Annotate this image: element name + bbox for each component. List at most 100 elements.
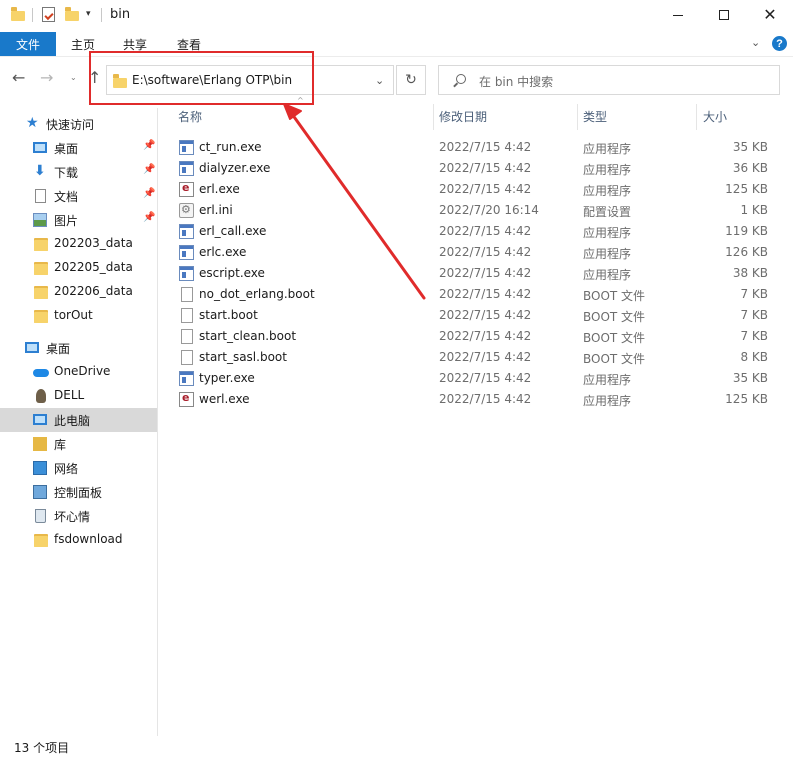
sidebar-item-onedrive[interactable]: OneDrive (0, 360, 157, 384)
file-row[interactable]: erlc.exe 2022/7/15 4:42 应用程序 126 KB (170, 242, 780, 263)
sidebar-item-folder[interactable]: 202203_data (0, 232, 157, 256)
properties-icon[interactable] (42, 7, 55, 22)
sidebar-item-pictures[interactable]: 图片 📌 (0, 208, 157, 232)
file-row[interactable]: erl.exe 2022/7/15 4:42 应用程序 125 KB (170, 179, 780, 200)
file-name: erl.exe (199, 182, 240, 196)
tab-file[interactable]: 文件 (0, 32, 56, 56)
application-icon (179, 245, 194, 260)
column-header-date[interactable]: 修改日期 (439, 108, 487, 130)
sidebar-item-folder[interactable]: torOut (0, 304, 157, 328)
file-date: 2022/7/20 16:14 (439, 203, 539, 217)
sidebar-item-recycle-bin[interactable]: 坏心情 (0, 504, 157, 528)
sidebar-item-folder[interactable]: 202205_data (0, 256, 157, 280)
minimize-button[interactable] (655, 0, 701, 30)
file-row[interactable]: start_clean.boot 2022/7/15 4:42 BOOT 文件 … (170, 326, 780, 347)
column-divider[interactable] (696, 104, 697, 130)
file-size: 1 KB (740, 203, 768, 217)
file-icon (181, 350, 193, 365)
customize-toolbar-dropdown[interactable]: ▾ (86, 9, 91, 19)
status-item-count: 13 个项目 (14, 741, 70, 755)
application-icon (179, 266, 194, 281)
file-type: BOOT 文件 (583, 331, 646, 345)
pin-icon: 📌 (143, 164, 156, 175)
file-row[interactable]: start.boot 2022/7/15 4:42 BOOT 文件 7 KB (170, 305, 780, 326)
file-row[interactable]: start_sasl.boot 2022/7/15 4:42 BOOT 文件 8… (170, 347, 780, 368)
sidebar-item-quick-access[interactable]: ★ 快速访问 (0, 112, 157, 136)
annotation-highlight-box (89, 51, 314, 105)
file-type: BOOT 文件 (583, 289, 646, 303)
sidebar-item-folder[interactable]: 202206_data (0, 280, 157, 304)
file-date: 2022/7/15 4:42 (439, 308, 532, 322)
folder-icon (34, 309, 48, 323)
sidebar-item-control-panel[interactable]: 控制面板 (0, 480, 157, 504)
file-size: 8 KB (740, 350, 768, 364)
refresh-button[interactable]: ↻ (396, 65, 426, 95)
expand-ribbon-icon[interactable]: ⌄ (751, 36, 760, 49)
sidebar-item-documents[interactable]: 文档 📌 (0, 184, 157, 208)
file-row[interactable]: no_dot_erlang.boot 2022/7/15 4:42 BOOT 文… (170, 284, 780, 305)
sidebar-item-network[interactable]: 网络 (0, 456, 157, 480)
toolbar-separator (32, 8, 33, 22)
file-row[interactable]: escript.exe 2022/7/15 4:42 应用程序 38 KB (170, 263, 780, 284)
file-name: start_clean.boot (199, 329, 297, 343)
file-name: werl.exe (199, 392, 250, 406)
maximize-button[interactable] (701, 0, 747, 30)
minimize-icon (673, 14, 683, 16)
file-row[interactable]: typer.exe 2022/7/15 4:42 应用程序 35 KB (170, 368, 780, 389)
sidebar-item-desktop-root[interactable]: 桌面 (0, 336, 157, 360)
recent-locations-button[interactable]: ⌄ (70, 73, 77, 82)
column-divider[interactable] (577, 104, 578, 130)
file-size: 7 KB (740, 287, 768, 301)
file-size: 35 KB (732, 140, 768, 154)
sidebar-item-libraries[interactable]: 库 (0, 432, 157, 456)
file-row[interactable]: erl_call.exe 2022/7/15 4:42 应用程序 119 KB (170, 221, 780, 242)
back-button[interactable]: ← (12, 68, 25, 87)
file-row[interactable]: werl.exe 2022/7/15 4:42 应用程序 125 KB (170, 389, 780, 410)
download-icon: ⬇ (34, 163, 46, 179)
new-folder-icon[interactable] (65, 7, 79, 21)
forward-button[interactable]: → (40, 68, 53, 87)
file-name: typer.exe (199, 371, 255, 385)
sidebar-item-label: 图片 (54, 214, 79, 228)
column-header-size[interactable]: 大小 (703, 108, 727, 130)
file-type: BOOT 文件 (583, 310, 646, 324)
sidebar-item-label: 快速访问 (46, 118, 95, 132)
file-date: 2022/7/15 4:42 (439, 392, 532, 406)
sidebar-item-desktop[interactable]: 桌面 📌 (0, 136, 157, 160)
file-date: 2022/7/15 4:42 (439, 224, 532, 238)
file-date: 2022/7/15 4:42 (439, 161, 532, 175)
sidebar-item-user[interactable]: DELL (0, 384, 157, 408)
sidebar-item-this-pc[interactable]: 此电脑 (0, 408, 157, 432)
recycle-bin-icon (35, 509, 46, 523)
column-header-type[interactable]: 类型 (583, 108, 607, 130)
close-button[interactable]: ✕ (747, 0, 793, 30)
sidebar-item-label: OneDrive (54, 364, 111, 378)
file-type: 应用程序 (583, 184, 632, 198)
sidebar-item-downloads[interactable]: ⬇ 下载 📌 (0, 160, 157, 184)
file-row[interactable]: erl.ini 2022/7/20 16:14 配置设置 1 KB (170, 200, 780, 221)
file-row[interactable]: ct_run.exe 2022/7/15 4:42 应用程序 35 KB (170, 137, 780, 158)
file-row[interactable]: dialyzer.exe 2022/7/15 4:42 应用程序 36 KB (170, 158, 780, 179)
pin-icon: 📌 (143, 140, 156, 151)
address-dropdown-icon[interactable]: ⌄ (375, 74, 384, 87)
sidebar-item-label: 网络 (54, 462, 79, 476)
column-header-name[interactable]: 名称 (178, 108, 202, 130)
search-icon (452, 74, 466, 88)
sidebar-item-label: 库 (54, 438, 67, 452)
pin-icon: 📌 (143, 188, 156, 199)
help-icon[interactable]: ? (772, 36, 787, 51)
file-size: 36 KB (732, 161, 768, 175)
column-divider[interactable] (433, 104, 434, 130)
file-name: erl_call.exe (199, 224, 267, 238)
file-type: 应用程序 (583, 268, 632, 282)
sidebar-item-label: 桌面 (54, 142, 79, 156)
file-name: escript.exe (199, 266, 265, 280)
file-date: 2022/7/15 4:42 (439, 266, 532, 280)
search-input[interactable]: 在 bin 中搜索 (438, 65, 780, 95)
sidebar-item-folder[interactable]: fsdownload (0, 528, 157, 552)
file-date: 2022/7/15 4:42 (439, 182, 532, 196)
file-date: 2022/7/15 4:42 (439, 329, 532, 343)
file-size: 126 KB (725, 245, 768, 259)
library-icon (33, 437, 47, 451)
file-date: 2022/7/15 4:42 (439, 140, 532, 154)
